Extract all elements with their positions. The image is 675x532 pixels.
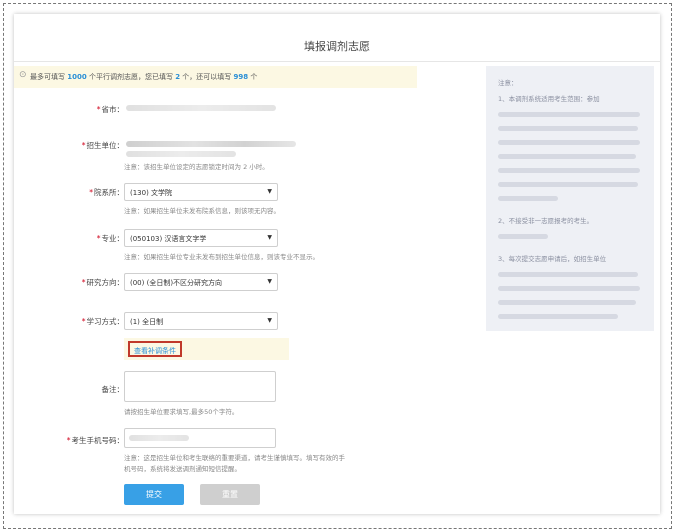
study-mode-select[interactable]: (1) 全日制 ▼ [124, 312, 278, 330]
notes-sidebar: 注意： 1、本调剂系统适用考生范围：参加 2、不接受非一志愿报考的考生。 3、每… [486, 66, 654, 331]
page-title: 填报调剂志愿 [304, 40, 370, 53]
info-icon: ⊙ [19, 70, 27, 80]
notes-item-3-line4 [498, 300, 636, 305]
unit-label: *招生单位： [81, 141, 124, 150]
major-select[interactable]: (050103) 汉语言文字学 ▼ [124, 229, 278, 247]
department-select[interactable]: (130) 文学院 ▼ [124, 183, 278, 201]
major-label: *专业： [96, 234, 124, 243]
chevron-down-icon: ▼ [267, 234, 272, 241]
notes-item-3: 3、每次提交志愿申请后，如招生单位 [498, 255, 607, 263]
phone-hint-line2: 机号码，系统将发送调剂通知短信提醒。 [124, 465, 241, 473]
phone-value [129, 435, 189, 441]
phone-label: *考生手机号码： [66, 436, 124, 445]
department-label: *院系所： [89, 188, 124, 197]
notes-item-1-line2 [498, 112, 640, 117]
major-selected-value: (050103) 汉语言文字学 [130, 235, 207, 243]
max-count: 1000 [67, 73, 87, 81]
filled-count: 2 [175, 73, 181, 81]
province-value [126, 105, 276, 111]
quota-notice-text: 最多可填写 1000 个平行调剂志愿，您已填写 2 个，还可以填写 998 个 [30, 73, 258, 81]
major-hint: 注意：如果招生单位专业未发布到招生单位信息，则该专业不显示。 [124, 253, 319, 261]
remaining-count: 998 [233, 73, 249, 81]
department-selected-value: (130) 文学院 [130, 189, 173, 197]
notes-item-3-line5 [498, 314, 618, 319]
notes-item-2-line2 [498, 234, 548, 239]
notes-item-1-line7 [498, 182, 638, 187]
view-conditions-link[interactable]: 查看补调条件 [128, 341, 182, 357]
unit-hint: 注意：该招生单位设定的志愿锁定时间为 2 小时。 [124, 163, 269, 171]
study-mode-selected-value: (1) 全日制 [130, 318, 164, 326]
notes-item-3-line2 [498, 272, 638, 277]
notes-item-2: 2、不接受非一志愿报考的考生。 [498, 217, 594, 225]
chevron-down-icon: ▼ [267, 188, 272, 195]
notes-item-1-line5 [498, 154, 636, 159]
remark-textarea[interactable] [124, 371, 276, 402]
unit-value [126, 141, 296, 147]
remark-label: 备注： [101, 385, 125, 394]
notes-item-1: 1、本调剂系统适用考生范围：参加 [498, 95, 600, 103]
province-label: *省市： [96, 105, 124, 114]
quota-notice: ⊙ 最多可填写 1000 个平行调剂志愿，您已填写 2 个，还可以填写 998 … [14, 66, 417, 88]
chevron-down-icon: ▼ [267, 317, 272, 324]
submit-button[interactable]: 提交 [124, 484, 184, 505]
chevron-down-icon: ▼ [267, 278, 272, 285]
notes-item-1-line3 [498, 126, 638, 131]
title-divider [14, 61, 660, 62]
remark-hint: 请按招生单位要求填写,最多50个字符。 [124, 408, 239, 416]
phone-input[interactable] [124, 428, 276, 448]
department-hint: 注意：如果招生单位未发布院系信息，则该项无内容。 [124, 207, 280, 215]
notes-item-3-line3 [498, 286, 640, 291]
notes-title: 注意： [498, 79, 518, 87]
reset-button[interactable]: 重置 [200, 484, 260, 505]
adjustment-form-panel: 填报调剂志愿 ⊙ 最多可填写 1000 个平行调剂志愿，您已填写 2 个，还可以… [14, 14, 660, 514]
notes-item-1-line8 [498, 196, 558, 201]
unit-value-line2 [126, 151, 236, 157]
notes-item-1-line4 [498, 140, 640, 145]
phone-hint-line1: 注意：这是招生单位和考生联络的重要渠道，请考生谨慎填写。填写有效的手 [124, 454, 345, 462]
direction-select[interactable]: (00) (全日制)不区分研究方向 ▼ [124, 273, 278, 291]
direction-selected-value: (00) (全日制)不区分研究方向 [130, 279, 223, 287]
study-mode-label: *学习方式： [81, 317, 124, 326]
notes-item-1-line6 [498, 168, 640, 173]
direction-label: *研究方向： [81, 278, 124, 287]
